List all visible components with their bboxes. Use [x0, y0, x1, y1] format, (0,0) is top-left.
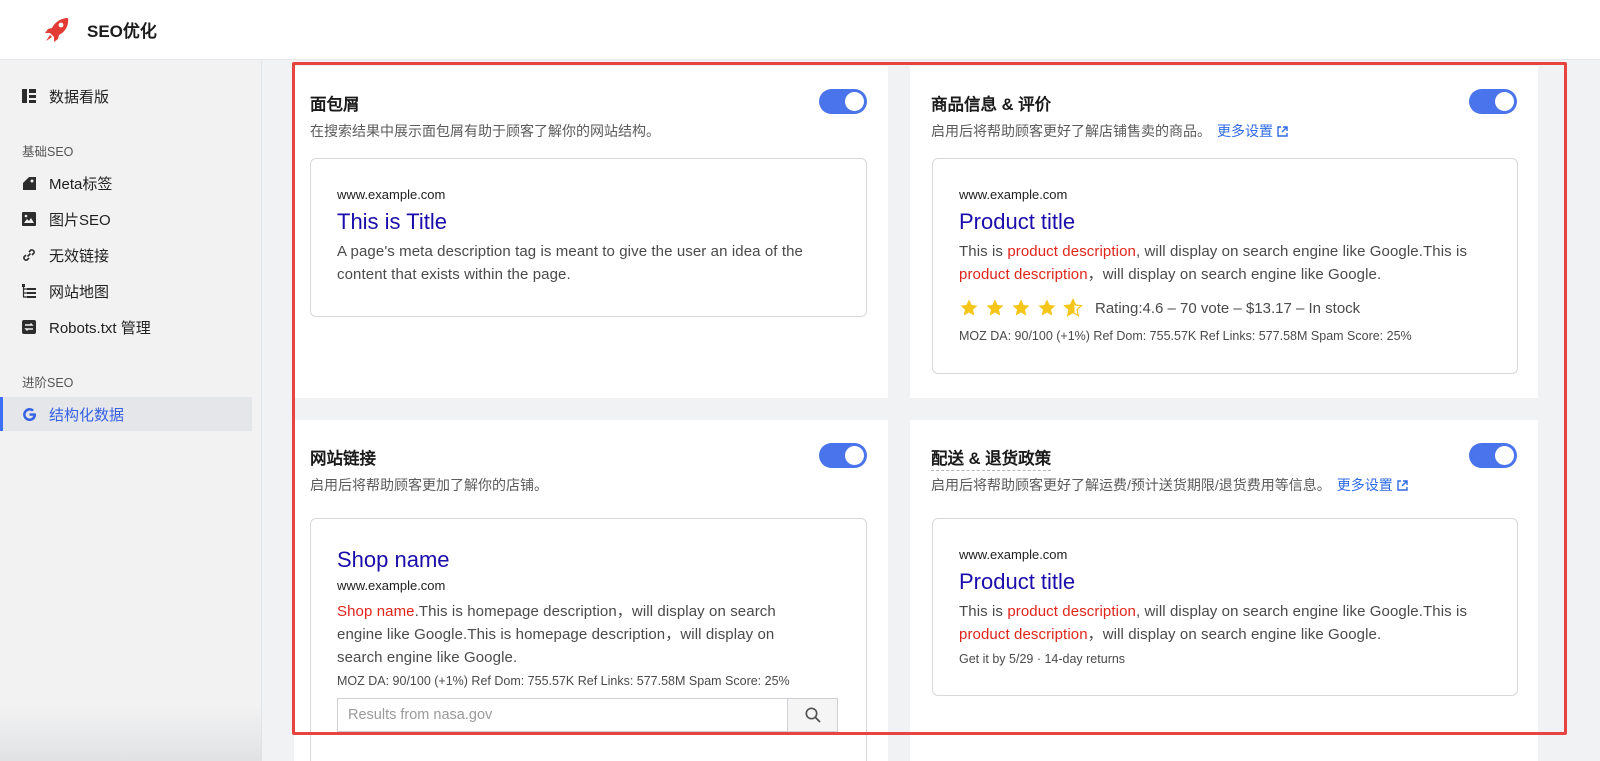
toggle-knob: [1495, 92, 1514, 111]
robots-icon: [20, 318, 38, 336]
main-content: 面包屑 在搜索结果中展示面包屑有助于顾客了解你的网站结构。 www.exampl…: [263, 61, 1600, 761]
sidebar-item-label: Meta标签: [49, 175, 113, 193]
rating-text: Rating:4.6 – 70 vote – $13.17 – In stock: [1095, 299, 1361, 317]
star-icon: [1038, 299, 1056, 316]
preview-title: Shop name: [337, 547, 450, 572]
sidebar-item-dashboard[interactable]: 数据看版: [0, 79, 252, 113]
more-settings-label: 更多设置: [1217, 123, 1273, 139]
rating-row: Rating:4.6 – 70 vote – $13.17 – In stock: [959, 298, 1360, 318]
preview-title: Product title: [959, 209, 1076, 234]
desc-highlight: product description: [959, 626, 1088, 643]
desc-highlight: Shop name: [337, 603, 415, 620]
sitelinks-search-input[interactable]: [338, 699, 787, 731]
card-product-reviews: 商品信息 & 评价 启用后将帮助顾客更好了解店铺售卖的商品。 更多设置 www.e…: [910, 66, 1538, 398]
sidebar-item-label: Robots.txt 管理: [49, 319, 151, 337]
preview-url: www.example.com: [337, 187, 446, 202]
breadcrumb-toggle[interactable]: [819, 89, 867, 114]
sidebar-item-sitemap[interactable]: 网站地图: [0, 274, 252, 308]
star-icon: [1012, 299, 1030, 316]
google-icon: [20, 405, 38, 423]
star-icon: [1063, 298, 1083, 317]
desc-part: ，will display on search engine like Goog…: [1087, 626, 1382, 643]
desc-part: , will display on search engine like Goo…: [1135, 243, 1468, 260]
card-description-text: 启用后将帮助顾客更好了解运费/预计送货期限/退货费用等信息。: [931, 477, 1331, 493]
preview-title: Product title: [959, 569, 1076, 594]
star-icon: [960, 299, 978, 316]
sidebar: 数据看版 基础SEO Meta标签 图片SEO 无效链接 网站地图 Robots…: [0, 61, 262, 761]
sidebar-item-label: 结构化数据: [49, 406, 125, 424]
card-title: 面包屑: [310, 96, 360, 114]
shipping-toggle[interactable]: [1469, 443, 1517, 468]
preview-description: Shop name.This is homepage description，w…: [337, 600, 817, 669]
sidebar-bottom-shadow: [0, 705, 262, 761]
rating-stars: [959, 298, 1089, 318]
section-label-basic: 基础SEO: [22, 145, 74, 159]
app-title: SEO优化: [87, 22, 157, 41]
preview-url: www.example.com: [959, 187, 1068, 202]
tag-icon: [20, 174, 38, 192]
delivery-info: Get it by 5/29 · 14-day returns: [959, 652, 1126, 666]
moz-stats: MOZ DA: 90/100 (+1%) Ref Dom: 755.57K Re…: [959, 329, 1412, 343]
preview-description: A page's meta description tag is meant t…: [337, 243, 803, 283]
card-description: 启用后将帮助顾客更好了解店铺售卖的商品。 更多设置: [931, 121, 1289, 141]
card-description-text: 启用后将帮助顾客更好了解店铺售卖的商品。: [931, 123, 1211, 139]
sidebar-item-label: 无效链接: [49, 247, 110, 265]
desc-highlight: product description: [1007, 243, 1136, 260]
desc-part: This is: [959, 603, 1008, 620]
search-icon: [804, 707, 821, 723]
sidebar-item-label: 图片SEO: [49, 211, 111, 229]
section-label-advanced: 进阶SEO: [22, 376, 74, 390]
sidebar-item-label: 网站地图: [49, 283, 110, 301]
more-settings-link[interactable]: 更多设置: [1217, 123, 1289, 139]
toggle-knob: [845, 446, 864, 465]
preview-title: This is Title: [337, 209, 448, 234]
moz-stats: MOZ DA: 90/100 (+1%) Ref Dom: 755.57K Re…: [337, 674, 790, 688]
preview-description: This is product description, will displa…: [959, 240, 1494, 286]
preview-url: www.example.com: [337, 578, 446, 593]
image-icon: [20, 210, 38, 228]
rocket-icon: [40, 13, 74, 47]
preview-url: www.example.com: [959, 547, 1068, 562]
external-link-icon: [1397, 480, 1408, 491]
search-preview: www.example.com Product title This is pr…: [932, 518, 1518, 696]
sidebar-item-broken-links[interactable]: 无效链接: [0, 238, 252, 272]
card-sitelinks: 网站链接 启用后将帮助顾客更加了解你的店铺。 Shop name www.exa…: [294, 420, 888, 761]
sidebar-item-label: 数据看版: [49, 88, 110, 106]
toggle-knob: [845, 92, 864, 111]
search-preview: www.example.com Product title This is pr…: [932, 158, 1518, 374]
sidebar-item-meta[interactable]: Meta标签: [0, 166, 252, 200]
desc-part: This is: [959, 243, 1008, 260]
sidebar-item-robots[interactable]: Robots.txt 管理: [0, 310, 252, 344]
preview-description: This is product description, will displa…: [959, 600, 1494, 646]
link-icon: [20, 246, 38, 264]
sidebar-item-structured-data[interactable]: 结构化数据: [0, 397, 252, 431]
desc-highlight: product description: [959, 266, 1088, 283]
card-title: 商品信息 & 评价: [931, 96, 1052, 114]
more-settings-link[interactable]: 更多设置: [1337, 477, 1409, 493]
sidebar-item-image-seo[interactable]: 图片SEO: [0, 202, 252, 236]
card-description: 启用后将帮助顾客更好了解运费/预计送货期限/退货费用等信息。 更多设置: [931, 475, 1409, 495]
sitelinks-toggle[interactable]: [819, 443, 867, 468]
top-bar: SEO优化: [0, 0, 1600, 60]
product-toggle[interactable]: [1469, 89, 1517, 114]
card-breadcrumb: 面包屑 在搜索结果中展示面包屑有助于顾客了解你的网站结构。 www.exampl…: [294, 66, 888, 398]
more-settings-label: 更多设置: [1336, 477, 1393, 493]
sitemap-icon: [20, 282, 38, 300]
card-description: 在搜索结果中展示面包屑有助于顾客了解你的网站结构。: [310, 123, 660, 139]
external-link-icon: [1277, 126, 1288, 137]
dashboard-icon: [20, 87, 38, 105]
card-description: 启用后将帮助顾客更加了解你的店铺。: [310, 477, 548, 493]
card-shipping-returns: 配送 & 退货政策 启用后将帮助顾客更好了解运费/预计送货期限/退货费用等信息。…: [910, 420, 1538, 761]
sitelinks-search-box: [337, 698, 838, 732]
card-title: 配送 & 退货政策: [931, 445, 1052, 471]
desc-part: ，will display on search engine like Goog…: [1087, 266, 1382, 283]
search-preview: www.example.com This is Title A page's m…: [310, 158, 867, 317]
search-preview: Shop name www.example.com Shop name.This…: [310, 518, 867, 761]
toggle-knob: [1495, 446, 1514, 465]
card-title: 网站链接: [310, 450, 376, 468]
desc-part: , will display on search engine like Goo…: [1135, 603, 1468, 620]
star-icon: [986, 299, 1004, 316]
desc-highlight: product description: [1007, 603, 1136, 620]
search-button[interactable]: [787, 699, 837, 731]
